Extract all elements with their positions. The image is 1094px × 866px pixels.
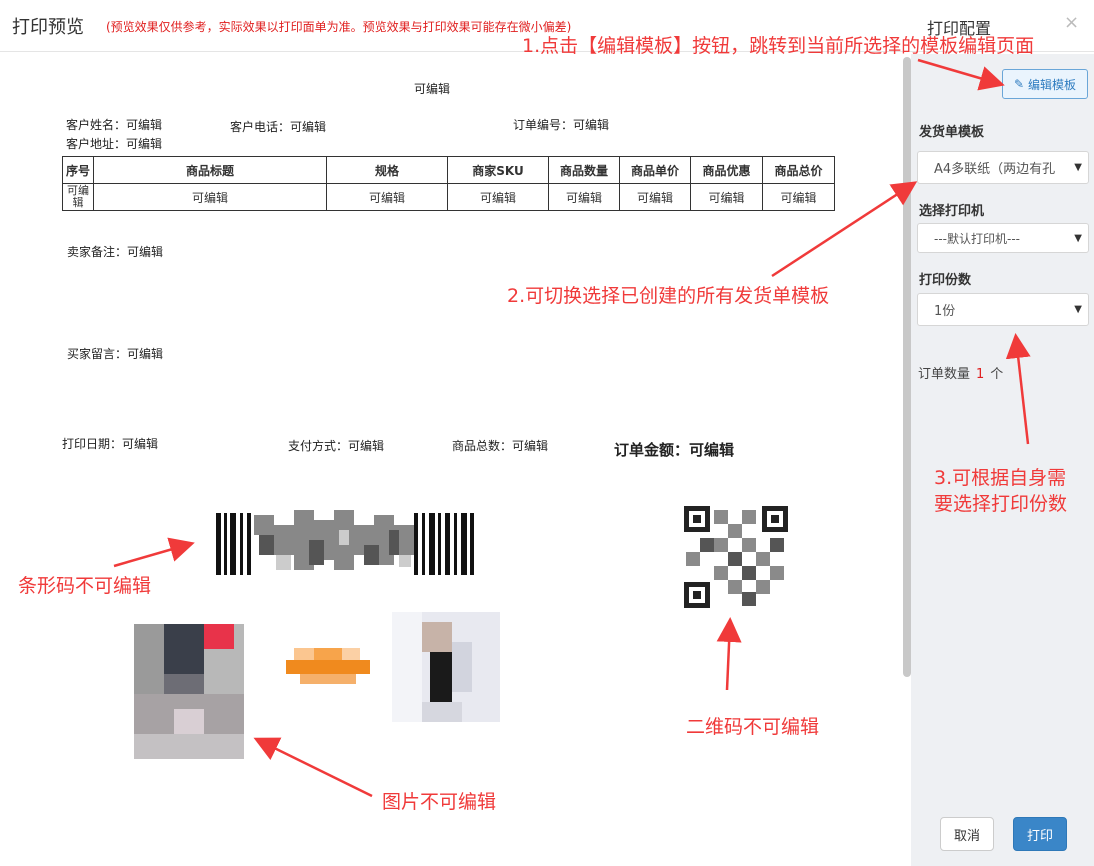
table-cell: 可编辑 [447,183,549,211]
table-header: 商品单价 [619,156,691,184]
table-header: 规格 [326,156,448,184]
print-config-panel: ✎ 编辑模板 发货单模板 A4多联纸（两边有孔 ▼ 选择打印机 ---默认打印机… [911,54,1094,866]
total-items: 商品总数：可编辑 [452,439,549,453]
caret-down-icon: ▼ [1074,304,1082,315]
table-header: 序号 [62,156,94,184]
customer-address: 客户地址：可编辑 [66,137,163,151]
table-header-row: 序号 商品标题 规格 商家SKU 商品数量 商品单价 商品优惠 商品总价 [62,156,835,184]
order-amount: 订单金额：可编辑 [614,441,735,459]
edit-icon: ✎ [1013,77,1025,91]
template-select-value: A4多联纸（两边有孔 [934,162,1056,177]
template-label: 发货单模板 [919,125,985,140]
caret-down-icon: ▼ [1074,162,1082,173]
copies-label: 打印份数 [919,273,972,288]
caret-down-icon: ▼ [1074,232,1082,244]
buyer-message: 买家留言：可编辑 [67,347,164,361]
annotation-copies-line1: 3.可根据自身需 [934,467,1067,489]
table-header: 商品标题 [93,156,327,184]
table-cell: 可编辑 [93,183,327,211]
table-header: 商品优惠 [690,156,763,184]
product-image-3 [392,612,500,722]
items-table: 序号 商品标题 规格 商家SKU 商品数量 商品单价 商品优惠 商品总价 可编辑… [62,156,835,211]
preview-scrollbar[interactable] [903,57,911,677]
preview-disclaimer: (预览效果仅供参考，实际效果以打印面单为准。预览效果与打印效果可能存在微小偏差) [106,20,572,34]
table-cell: 可编辑 [548,183,620,211]
annotation-barcode: 条形码不可编辑 [18,575,152,597]
product-image-2 [286,648,370,684]
annotation-switch-template: 2.可切换选择已创建的所有发货单模板 [507,285,830,307]
payment-method: 支付方式：可编辑 [288,439,385,453]
annotation-qrcode: 二维码不可编辑 [686,716,820,738]
order-number: 订单编号：可编辑 [513,118,610,132]
table-header: 商家SKU [447,156,549,184]
qrcode-image [682,504,790,610]
printer-select-value: ---默认打印机--- [934,231,1020,246]
order-count-value: 1 [976,367,985,382]
table-cell: 可编辑 [762,183,835,211]
table-cell: 可编辑 [326,183,448,211]
dialog-title: 打印预览 [12,17,84,38]
order-count-unit: 个 [990,367,1004,382]
table-header: 商品数量 [548,156,620,184]
print-date: 打印日期：可编辑 [62,437,159,451]
customer-phone: 客户电话：可编辑 [230,120,327,134]
table-cell: 可编辑 [62,183,94,211]
printer-select[interactable]: ---默认打印机--- ▼ [917,223,1089,253]
printer-label: 选择打印机 [919,204,985,219]
copies-select-value: 1份 [934,304,956,319]
annotation-edit-template: 1.点击【编辑模板】按钮，跳转到当前所选择的模板编辑页面 [522,35,1035,57]
table-cell: 可编辑 [619,183,691,211]
order-count: 订单数量 1 个 [918,363,1003,382]
seller-note: 卖家备注：可编辑 [67,245,164,259]
order-count-label: 订单数量 [918,367,971,382]
copies-select[interactable]: 1份 ▼ [917,293,1089,326]
close-icon[interactable]: × [1064,12,1079,33]
annotation-copies-line2: 要选择打印份数 [934,493,1068,515]
table-cell: 可编辑 [690,183,763,211]
annotation-image: 图片不可编辑 [382,791,497,813]
doc-title: 可编辑 [414,82,451,96]
edit-template-button[interactable]: ✎ 编辑模板 [1002,69,1088,99]
edit-template-label: 编辑模板 [1028,77,1077,92]
template-select[interactable]: A4多联纸（两边有孔 ▼ [917,151,1089,184]
table-row: 可编辑 可编辑 可编辑 可编辑 可编辑 可编辑 可编辑 可编辑 [62,183,835,211]
customer-name: 客户姓名：可编辑 [66,118,163,132]
barcode-image [214,505,478,577]
print-button[interactable]: 打印 [1013,817,1067,851]
cancel-button[interactable]: 取消 [940,817,994,851]
product-image-1 [134,624,244,759]
table-header: 商品总价 [762,156,835,184]
